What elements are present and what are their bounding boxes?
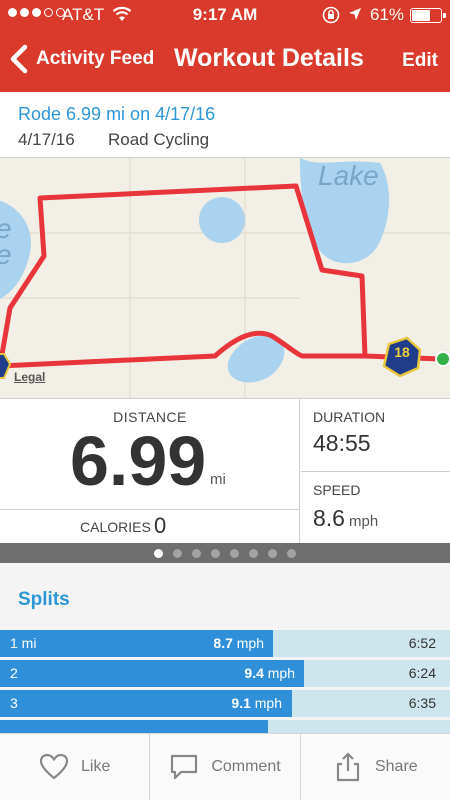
distance-panel: DISTANCE 6.99 mi CALORIES 0 xyxy=(0,399,300,544)
calories-value: 0 xyxy=(154,513,167,538)
back-button[interactable]: Activity Feed xyxy=(8,44,154,74)
battery-percent: 61% xyxy=(370,5,405,24)
page-dot[interactable] xyxy=(154,548,163,558)
workout-summary-header: Rode 6.99 mi on 4/17/16 4/17/16 Road Cyc… xyxy=(0,92,450,158)
split-speed: 8.7 mph xyxy=(213,635,264,651)
lake-left-label: e e xyxy=(0,215,12,269)
chevron-left-icon xyxy=(10,44,28,74)
page-dot[interactable] xyxy=(268,548,277,558)
split-label: 3 xyxy=(10,695,18,711)
split-speed: 9.1 mph xyxy=(231,695,282,711)
back-button-label: Activity Feed xyxy=(36,48,155,69)
split-label: 2 xyxy=(10,665,18,681)
calories-label: CALORIES xyxy=(80,519,151,535)
page-dot[interactable] xyxy=(211,548,220,558)
page-indicator[interactable] xyxy=(0,543,450,563)
heart-icon xyxy=(39,753,69,780)
workout-details-screen: AT&T 9:17 AM 61% Activity Feed Workout D… xyxy=(0,0,450,800)
distance-unit: mi xyxy=(210,471,226,488)
route-shield-number: 18 xyxy=(394,344,410,360)
page-title: Workout Details xyxy=(174,44,364,72)
split-label: 1 mi xyxy=(10,635,37,651)
speed-value: 8.6 mph xyxy=(313,505,378,532)
split-bar xyxy=(0,720,268,733)
duration-value: 48:55 xyxy=(313,430,371,456)
workout-headline: Rode 6.99 mi on 4/17/16 xyxy=(18,104,216,124)
page-dot[interactable] xyxy=(230,548,239,558)
share-label: Share xyxy=(374,758,418,775)
speed-label: SPEED xyxy=(313,482,361,498)
route-shield-left xyxy=(0,353,12,379)
action-toolbar: Like Comment Share xyxy=(0,733,450,800)
page-dot[interactable] xyxy=(287,548,296,558)
comment-label: Comment xyxy=(211,758,281,775)
distance-value: 6.99 xyxy=(70,422,207,500)
spacer xyxy=(0,563,450,583)
comment-icon xyxy=(171,754,198,780)
splits-title: Splits xyxy=(18,589,70,610)
comment-button[interactable]: Comment xyxy=(149,734,299,800)
route-map[interactable]: Lake e e 18 Legal xyxy=(0,158,450,398)
split-row: 3 9.1 mph 6:35 xyxy=(0,690,450,717)
navigation-bar: Activity Feed Workout Details Edit xyxy=(0,30,450,92)
route-end-marker xyxy=(435,351,450,367)
split-pace: 6:24 xyxy=(408,665,436,681)
split-speed: 9.4 mph xyxy=(244,665,295,681)
top-bar: AT&T 9:17 AM 61% Activity Feed Workout D… xyxy=(0,0,450,92)
divider xyxy=(0,509,300,510)
like-button[interactable]: Like xyxy=(0,734,149,800)
battery-icon xyxy=(410,8,446,23)
activity-type: Road Cycling xyxy=(108,130,210,149)
page-dot[interactable] xyxy=(249,548,258,558)
pond-center xyxy=(199,197,245,243)
share-button[interactable]: Share xyxy=(299,734,450,800)
split-row: 1 mi 8.7 mph 6:52 xyxy=(0,630,450,657)
route-map-canvas xyxy=(0,158,450,398)
speed-unit: mph xyxy=(348,513,379,530)
rotation-lock-icon xyxy=(322,6,340,24)
split-pace: 6:52 xyxy=(408,635,436,651)
divider xyxy=(301,471,450,472)
workout-stats: DISTANCE 6.99 mi CALORIES 0 DURATION 48:… xyxy=(0,398,450,544)
status-bar: AT&T 9:17 AM 61% xyxy=(0,0,450,30)
map-legal-link[interactable]: Legal xyxy=(14,370,45,384)
duration-label: DURATION xyxy=(313,409,386,425)
edit-button[interactable]: Edit xyxy=(402,50,438,72)
page-dot[interactable] xyxy=(192,548,201,558)
share-icon xyxy=(336,752,360,782)
duration-speed-panel: DURATION 48:55 SPEED 8.6 mph xyxy=(301,399,450,544)
split-row-partial xyxy=(0,720,450,733)
workout-date: 4/17/16 xyxy=(18,130,75,149)
lake-label: Lake xyxy=(318,160,379,191)
page-dot[interactable] xyxy=(173,548,182,558)
split-row: 2 9.4 mph 6:24 xyxy=(0,660,450,687)
splits-section: Splits 1 mi 8.7 mph 6:52 2 9.4 mph 6:24 … xyxy=(0,583,450,733)
speed-number: 8.6 xyxy=(313,505,345,531)
like-label: Like xyxy=(80,758,111,775)
location-arrow-icon xyxy=(349,8,361,20)
split-pace: 6:35 xyxy=(408,695,436,711)
